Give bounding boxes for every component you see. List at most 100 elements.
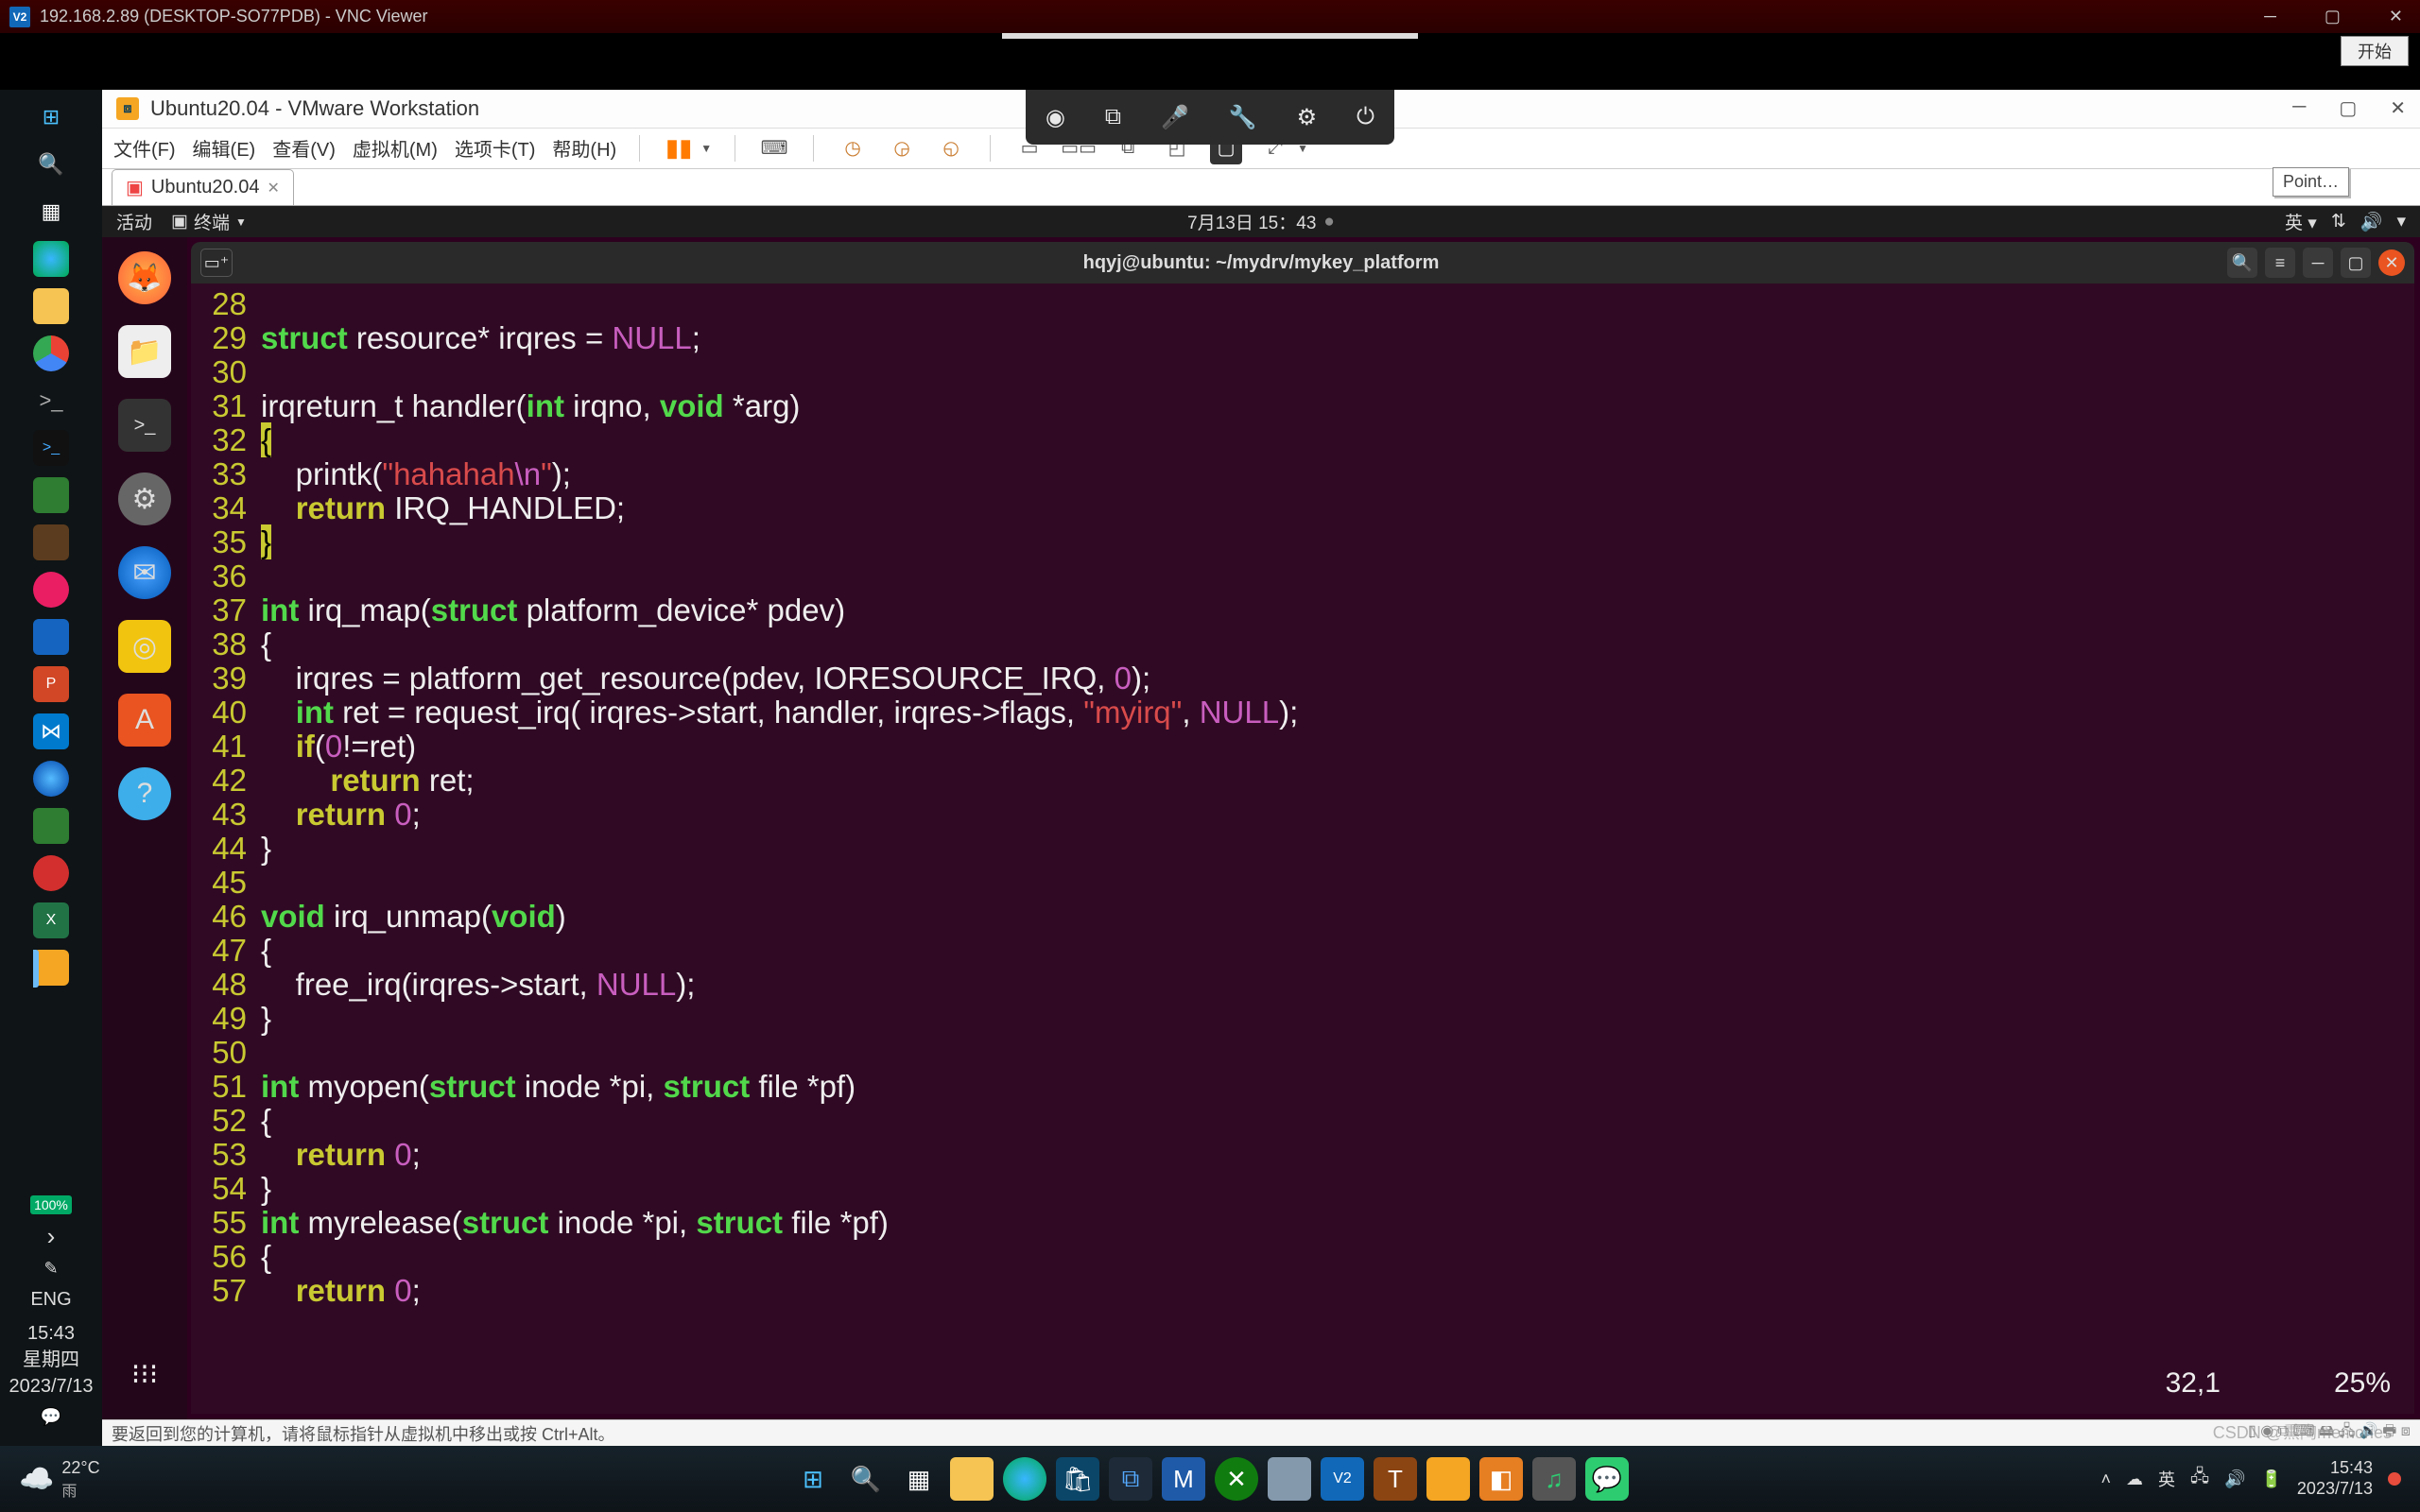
win-ppt-icon[interactable]: P [33,666,69,702]
tray-battery-icon[interactable]: 🔋 [2261,1469,2282,1489]
tray-network-icon[interactable]: 🖧 [2190,1465,2209,1493]
tb-search-icon[interactable]: 🔍 [844,1457,888,1501]
vnc-close-button[interactable]: ✕ [2381,7,2411,26]
tb-start-icon[interactable]: ⊞ [791,1457,835,1501]
activities-button[interactable]: 活动 [116,209,152,234]
win-terminal-icon[interactable]: >_ [33,430,69,466]
terminal-dock-icon[interactable]: >_ [118,399,171,452]
network-icon[interactable]: ⇅ [2331,211,2346,232]
tool-icon[interactable]: 🔧 [1229,104,1257,131]
rhythmbox-icon[interactable]: ◎ [118,620,171,673]
vm-sendkeys-icon[interactable]: ⌨ [758,132,790,164]
win-app5-icon[interactable] [33,761,69,797]
menu-file[interactable]: 文件(F) [113,134,176,162]
tb-explorer-icon[interactable] [950,1457,994,1501]
win-search-icon[interactable]: 🔍 [33,146,69,182]
weather-widget[interactable]: ☁️ 22°C雨 [19,1458,100,1501]
menu-tabs[interactable]: 选项卡(T) [455,134,536,162]
mic-icon[interactable]: 🎤 [1161,104,1189,131]
tb-app4-icon[interactable]: ◧ [1479,1457,1523,1501]
win-app4-icon[interactable] [33,619,69,655]
vm-snapshot-revert-icon[interactable]: ◵ [935,132,967,164]
firefox-icon[interactable]: 🦊 [118,251,171,304]
notification-badge[interactable] [2388,1472,2401,1486]
win-app7-icon[interactable] [33,855,69,891]
files-icon[interactable]: 📁 [118,325,171,378]
tb-store-icon[interactable]: 🛍 [1056,1457,1099,1501]
code-area[interactable]: 2829struct resource* irqres = NULL;3031i… [191,284,2414,1414]
win-edge-icon[interactable] [33,241,69,277]
vm-tab-close-icon[interactable]: ✕ [267,179,279,198]
win-excel-icon[interactable]: X [33,902,69,938]
win-cmd-icon[interactable]: >_ [33,383,69,419]
vmware-maximize-button[interactable]: ▢ [2339,96,2357,120]
vm-snapshot-icon[interactable]: ◷ [837,132,869,164]
battery-indicator[interactable]: 100% [30,1195,72,1214]
tb-edge-icon[interactable] [1003,1457,1046,1501]
settings-dock-icon[interactable]: ⚙ [118,472,171,525]
thunderbird-icon[interactable]: ✉ [118,546,171,599]
win-start-icon[interactable]: ⊞ [33,99,69,135]
software-icon[interactable]: A [118,694,171,747]
ime-indicator[interactable]: 英 ▾ [2285,209,2317,234]
terminal-search-button[interactable]: 🔍 [2227,248,2257,278]
terminal-maximize-button[interactable]: ▢ [2341,248,2371,278]
win-app3-icon[interactable] [33,572,69,608]
tb-vnc-icon[interactable]: V2 [1321,1457,1364,1501]
power-icon[interactable]: ⏻ [1357,104,1374,130]
tray-expand-icon[interactable]: ˄ [2100,1469,2111,1489]
tray-volume-icon[interactable]: 🔊 [2224,1469,2245,1489]
tb-app1-icon[interactable]: ⧉ [1109,1457,1152,1501]
topbar-app-indicator[interactable]: ▣ 终端 ▼ [171,209,247,234]
terminal-minimize-button[interactable]: ─ [2303,248,2333,278]
vnc-minimize-button[interactable]: ─ [2256,7,2284,26]
vm-topbar-handle[interactable] [1002,33,1418,39]
camera-icon[interactable]: ⧉ [1105,104,1121,130]
tray-lang[interactable]: 英 [2158,1467,2175,1491]
tb-taskview-icon[interactable]: ▦ [897,1457,941,1501]
new-tab-button[interactable]: ▭⁺ [200,249,233,277]
tb-xbox-icon[interactable]: ✕ [1215,1457,1258,1501]
tb-text-icon[interactable]: T [1374,1457,1417,1501]
terminal-menu-button[interactable]: ≡ [2265,248,2295,278]
menu-view[interactable]: 查看(V) [272,134,336,162]
tb-app3-icon[interactable] [1268,1457,1311,1501]
tb-app2-icon[interactable]: M [1162,1457,1205,1501]
help-icon[interactable]: ? [118,767,171,820]
tb-wechat-icon[interactable]: 💬 [1585,1457,1629,1501]
left-clock[interactable]: 15:43星期四2023/7/13 [9,1320,94,1400]
vmware-close-button[interactable]: ✕ [2390,96,2406,120]
taskbar-clock[interactable]: 15:432023/7/13 [2297,1458,2373,1499]
vm-snapshot-manage-icon[interactable]: ◶ [886,132,918,164]
lang-indicator[interactable]: ENG [30,1286,71,1313]
vnc-maximize-button[interactable]: ▢ [2317,7,2348,26]
menu-edit[interactable]: 编辑(E) [193,134,256,162]
win-chrome-icon[interactable] [33,335,69,371]
settings-icon[interactable]: ⚙ [1297,104,1318,131]
win-widgets-icon[interactable]: ▦ [33,194,69,230]
tb-app5-icon[interactable]: ♫ [1532,1457,1576,1501]
vmware-minimize-button[interactable]: ─ [2292,96,2306,120]
win-app2-icon[interactable] [33,524,69,560]
menu-vm[interactable]: 虚拟机(M) [353,134,438,162]
vm-tab-ubuntu[interactable]: ▣ Ubuntu20.04 ✕ [112,169,294,205]
win-vmware-icon[interactable] [33,950,69,986]
vm-power-dropdown[interactable]: ▼ [700,142,712,155]
vm-pause-button[interactable]: ▮▮ [663,132,695,164]
win-app1-icon[interactable] [33,477,69,513]
power-menu-icon[interactable]: ▾ [2396,211,2406,232]
win-explorer-icon[interactable] [33,288,69,324]
win-vscode-icon[interactable]: ⋈ [33,713,69,749]
volume-icon[interactable]: 🔊 [2360,211,2383,233]
menu-help[interactable]: 帮助(H) [552,134,616,162]
expand-icon[interactable]: › [47,1222,56,1251]
chat-tray-icon[interactable]: 💬 [41,1407,61,1427]
tray-onedrive-icon[interactable]: ☁ [2126,1469,2143,1489]
start-button[interactable]: 开始 [2341,36,2409,66]
record-icon[interactable]: ◉ [1046,104,1065,131]
terminal-close-button[interactable]: ✕ [2378,249,2405,276]
win-app6-icon[interactable] [33,808,69,844]
pen-icon[interactable]: ✎ [43,1259,58,1279]
tb-vmware-taskbar-icon[interactable] [1426,1457,1470,1501]
show-apps-icon[interactable]: ⁝⁝⁝ [118,1348,171,1400]
